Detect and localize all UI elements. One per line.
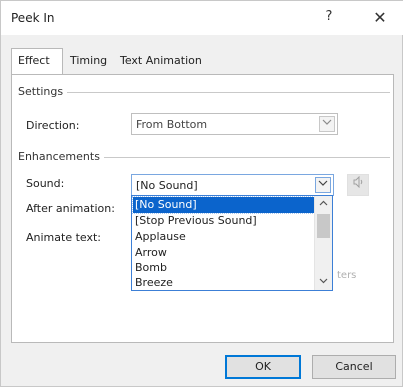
dropdown-option[interactable]: [No Sound] (132, 196, 315, 214)
settings-divider (18, 92, 390, 93)
obscured-text: ters (337, 270, 357, 281)
sound-label: Sound: (26, 177, 65, 190)
ok-button[interactable]: OK (225, 355, 301, 379)
scroll-up-arrow-icon[interactable] (315, 196, 332, 212)
dialog-title: Peek In (11, 11, 55, 25)
cancel-button[interactable]: Cancel (312, 355, 396, 379)
sound-dropdown-list[interactable]: [No Sound] [Stop Previous Sound] Applaus… (131, 195, 333, 291)
close-button[interactable]: ✕ (369, 8, 391, 28)
scroll-down-arrow-icon[interactable] (315, 274, 332, 290)
speaker-button[interactable] (347, 174, 369, 196)
dropdown-option[interactable]: Arrow (133, 245, 314, 261)
title-bar: Peek In ? ✕ (1, 1, 403, 35)
sound-combo[interactable]: [No Sound] (131, 174, 334, 196)
tab-effect[interactable]: Effect (11, 48, 63, 74)
dropdown-option[interactable]: [Stop Previous Sound] (133, 213, 314, 229)
scroll-thumb[interactable] (317, 214, 330, 238)
enhancements-group-label: Enhancements (18, 150, 104, 163)
settings-group-label: Settings (18, 85, 68, 98)
sound-value: [No Sound] (136, 179, 198, 192)
after-animation-label: After animation: (26, 202, 115, 215)
tab-timing[interactable]: Timing (64, 49, 112, 73)
chevron-down-icon[interactable] (315, 177, 331, 193)
direction-value: From Bottom (136, 118, 208, 131)
direction-label: Direction: (26, 119, 80, 132)
help-button[interactable]: ? (319, 9, 339, 27)
chevron-down-icon[interactable] (319, 116, 335, 132)
direction-combo[interactable]: From Bottom (131, 113, 338, 135)
dropdown-scrollbar[interactable] (314, 196, 332, 290)
animate-text-label: Animate text: (26, 231, 102, 244)
tab-text-animation[interactable]: Text Animation (114, 49, 209, 73)
dropdown-option[interactable]: Bomb (133, 260, 314, 276)
speaker-icon (352, 175, 364, 191)
dropdown-option[interactable]: Applause (133, 229, 314, 245)
peek-in-dialog: Peek In ? ✕ Effect Timing Text Animation… (0, 0, 403, 387)
dropdown-option[interactable]: Breeze (133, 275, 314, 291)
